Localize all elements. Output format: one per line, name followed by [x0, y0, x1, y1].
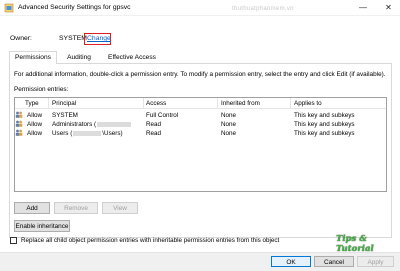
permission-entries-list[interactable]: Type Principal Access Inherited from App…	[14, 97, 387, 192]
entry-type: Allow	[27, 112, 43, 119]
apply-button[interactable]: Apply	[357, 256, 394, 267]
ok-button[interactable]: OK	[271, 256, 311, 267]
entry-principal: SYSTEM	[52, 112, 78, 119]
redacted-block	[97, 121, 132, 127]
entry-inherited-from: None	[221, 130, 237, 137]
redacted-block	[73, 130, 102, 136]
security-shield-icon	[4, 3, 14, 13]
entry-applies-to: This key and subkeys	[294, 130, 355, 137]
change-owner-link[interactable]: Change	[84, 33, 111, 45]
column-header-applies-to[interactable]: Applies to	[294, 100, 322, 107]
permission-row[interactable]: Allow Users ( \Users) Read None This key …	[15, 129, 386, 138]
column-header-inherited-from[interactable]: Inherited from	[221, 100, 260, 107]
brand-logo-text: Tips & Tutorial	[336, 234, 374, 254]
user-group-icon	[15, 120, 23, 127]
entry-access: Read	[146, 121, 162, 128]
view-button[interactable]: View	[102, 202, 138, 214]
entry-type: Allow	[27, 130, 43, 137]
permission-row[interactable]: Allow SYSTEM Full Control None This key …	[15, 111, 386, 120]
principal-text: Administrators (	[52, 121, 97, 128]
entry-applies-to: This key and subkeys	[294, 112, 355, 119]
enable-inheritance-button[interactable]: Enable inheritance	[14, 220, 70, 232]
entry-principal: Administrators (	[52, 121, 132, 128]
user-group-icon	[15, 129, 23, 136]
column-header-principal[interactable]: Principal	[52, 100, 76, 107]
replace-child-checkbox[interactable]	[10, 237, 17, 244]
title-bar: Advanced Security Settings for gpsvc thu…	[0, 0, 400, 16]
user-group-icon	[15, 111, 23, 118]
remove-button[interactable]: Remove	[54, 202, 98, 214]
entry-inherited-from: None	[221, 121, 237, 128]
permission-entries-label: Permission entries:	[14, 86, 69, 93]
column-header-access[interactable]: Access	[146, 100, 166, 107]
list-header: Type Principal Access Inherited from App…	[15, 98, 386, 109]
entry-inherited-from: None	[221, 112, 237, 119]
permission-row[interactable]: Allow Administrators ( Read None This ke…	[15, 120, 386, 129]
add-button[interactable]: Add	[14, 202, 50, 214]
entry-access: Read	[146, 130, 162, 137]
replace-child-option[interactable]: Replace all child object permission entr…	[10, 237, 310, 247]
owner-value: SYSTEM	[59, 35, 87, 42]
owner-label: Owner:	[10, 35, 32, 42]
entry-type: Allow	[27, 121, 43, 128]
entry-applies-to: This key and subkeys	[294, 121, 355, 128]
info-text: For additional information, double-click…	[14, 71, 386, 78]
entry-access: Full Control	[146, 112, 179, 119]
window-title: Advanced Security Settings for gpsvc	[18, 4, 131, 11]
minimize-button[interactable]: —	[354, 0, 372, 16]
cancel-button[interactable]: Cancel	[314, 256, 354, 267]
watermark-text: thuthuatphanmem.vn	[232, 6, 294, 12]
column-header-type[interactable]: Type	[25, 100, 39, 107]
replace-child-label[interactable]: Replace all child object permission entr…	[21, 237, 279, 244]
tab-permissions[interactable]: Permissions	[9, 51, 57, 64]
principal-suffix: \Users)	[102, 130, 123, 137]
principal-text: Users (	[52, 130, 73, 137]
close-button[interactable]: ✕	[377, 0, 400, 16]
entry-principal: Users ( \Users)	[52, 130, 123, 137]
